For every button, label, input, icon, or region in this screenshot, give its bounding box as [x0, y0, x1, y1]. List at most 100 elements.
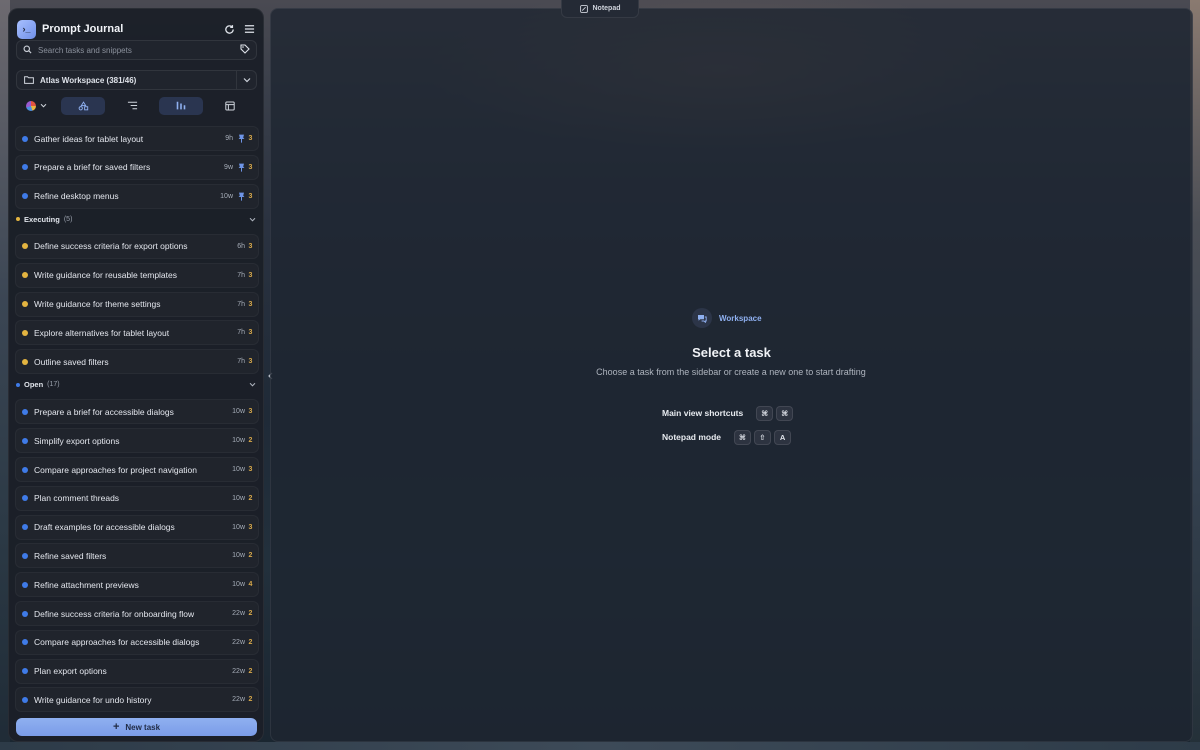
task-count: 3	[248, 466, 253, 473]
task-item[interactable]: Explore alternatives for tablet layout 7h…	[15, 320, 259, 346]
status-dot	[22, 639, 28, 646]
task-item[interactable]: Refine desktop menus 10w 3	[15, 183, 259, 209]
view-list-button[interactable]	[110, 97, 154, 115]
view-calendar-button[interactable]	[208, 97, 252, 115]
task-item[interactable]: Compare approaches for project navigatio…	[15, 457, 259, 482]
task-age: 9h	[225, 135, 233, 142]
bar-chart-icon	[176, 101, 186, 110]
task-count: 3	[248, 358, 253, 366]
task-count: 3	[248, 192, 253, 200]
status-dot	[22, 135, 28, 142]
task-item[interactable]: Compare approaches for accessible dialog…	[15, 629, 259, 655]
task-count: 3	[248, 163, 253, 171]
chevron-down-icon[interactable]	[248, 215, 256, 223]
shapes-icon	[78, 100, 88, 110]
task-item[interactable]: Define success criteria for export optio…	[15, 233, 259, 259]
task-item[interactable]: Write guidance for undo history 22w 2	[15, 687, 259, 713]
task-count: 4	[248, 581, 253, 589]
workspace-label: Atlas Workspace (381/46)	[40, 75, 137, 85]
status-dot	[22, 329, 28, 336]
task-item[interactable]: Refine attachment previews 10w 4	[15, 572, 259, 598]
workspace-selector[interactable]: Atlas Workspace (381/46)	[16, 70, 257, 90]
task-item[interactable]: Draft examples for accessible dialogs 10w…	[15, 514, 259, 540]
search-input[interactable]	[38, 45, 240, 55]
app-title: Prompt Journal	[42, 23, 124, 35]
task-count: 3	[248, 271, 253, 279]
task-title: Plan export options	[34, 666, 107, 677]
task-item[interactable]: Prepare a brief for saved filters 9w 3	[15, 154, 259, 180]
task-item[interactable]: Simplify export options 10w 2	[15, 428, 259, 454]
task-item[interactable]: Refine saved filters 10w 2	[15, 543, 259, 569]
chevron-down-icon[interactable]	[236, 71, 256, 89]
app-logo-icon: ›_	[17, 19, 36, 39]
task-title: Write guidance for theme settings	[34, 299, 161, 309]
task-count: 2	[248, 667, 253, 675]
task-item[interactable]: Define success criteria for onboarding f…	[15, 601, 259, 626]
group-header-open[interactable]: Open (17)	[16, 378, 260, 392]
task-title: Refine saved filters	[34, 550, 107, 561]
task-age: 10w	[232, 523, 245, 531]
task-title: Compare approaches for accessible dialog…	[34, 637, 200, 648]
empty-state-subtitle: Choose a task from the sidebar or create…	[596, 367, 866, 377]
task-title: Compare approaches for project navigatio…	[34, 464, 198, 475]
task-age: 22w	[232, 696, 245, 704]
pin-icon[interactable]	[237, 134, 245, 143]
notepad-tab[interactable]: Notepad	[561, 0, 639, 18]
task-item[interactable]: Prepare a brief for accessible dialogs 10…	[15, 399, 259, 425]
task-age: 10w	[232, 494, 245, 502]
search-icon	[23, 41, 32, 59]
task-title: Explore alternatives for tablet layout	[34, 327, 170, 338]
task-count: 2	[248, 610, 253, 617]
task-title: Refine attachment previews	[34, 579, 139, 590]
color-filter[interactable]	[16, 100, 56, 111]
status-dot	[22, 164, 28, 171]
task-age: 7h	[237, 300, 245, 308]
task-count: 3	[248, 135, 253, 142]
group-header-executing[interactable]: Executing (5)	[16, 212, 260, 226]
task-title: Prepare a brief for accessible dialogs	[34, 406, 174, 417]
status-dot	[22, 437, 28, 444]
status-dot	[22, 466, 28, 473]
task-title: Plan comment threads	[34, 493, 120, 504]
key-cap: A	[774, 429, 792, 445]
task-count: 2	[248, 494, 253, 502]
group-dot	[16, 217, 20, 222]
group-dot	[16, 382, 20, 387]
status-dot	[22, 495, 28, 502]
view-board-button[interactable]	[159, 96, 203, 115]
key-cap: ⇧	[754, 429, 772, 445]
workspace-badge: Workspace	[692, 306, 772, 330]
task-count: 2	[248, 437, 253, 445]
pin-icon[interactable]	[237, 192, 245, 201]
chevron-down-icon[interactable]	[248, 381, 256, 389]
status-dot	[22, 358, 28, 365]
task-count: 3	[248, 408, 253, 416]
view-shapes-button[interactable]	[61, 96, 105, 115]
refresh-icon[interactable]	[223, 23, 235, 35]
calendar-icon	[225, 101, 235, 110]
status-dot	[22, 193, 28, 200]
task-count: 2	[248, 552, 253, 560]
shortcut-label: Notepad mode	[662, 432, 722, 442]
task-title: Define success criteria for export optio…	[34, 241, 188, 252]
task-item[interactable]: Plan comment threads 10w 2	[15, 485, 259, 511]
task-item[interactable]: Write guidance for reusable templates 7h 3	[15, 262, 259, 288]
new-task-button[interactable]: + New task	[16, 718, 257, 736]
task-count: 3	[248, 329, 253, 337]
status-dot	[22, 581, 28, 588]
menu-icon[interactable]	[243, 23, 255, 35]
task-count: 3	[248, 242, 253, 250]
key-cap: ⌘	[776, 405, 794, 421]
plus-icon: +	[112, 720, 120, 733]
task-item[interactable]: Plan export options 22w 2	[15, 658, 259, 684]
task-item[interactable]: Write guidance for theme settings 7h 3	[15, 291, 259, 317]
workspace-badge-label: Workspace	[719, 313, 762, 323]
task-title: Refine desktop menus	[34, 191, 119, 202]
task-item[interactable]: Outline saved filters 7h 3	[15, 349, 259, 375]
key-cap: ⌘	[734, 429, 752, 445]
task-item[interactable]: Gather ideas for tablet layout 9h 3	[15, 126, 259, 151]
task-title: Simplify export options	[34, 435, 120, 446]
tag-icon[interactable]	[240, 41, 250, 59]
pin-icon[interactable]	[237, 163, 245, 172]
task-age: 10w	[232, 552, 245, 560]
